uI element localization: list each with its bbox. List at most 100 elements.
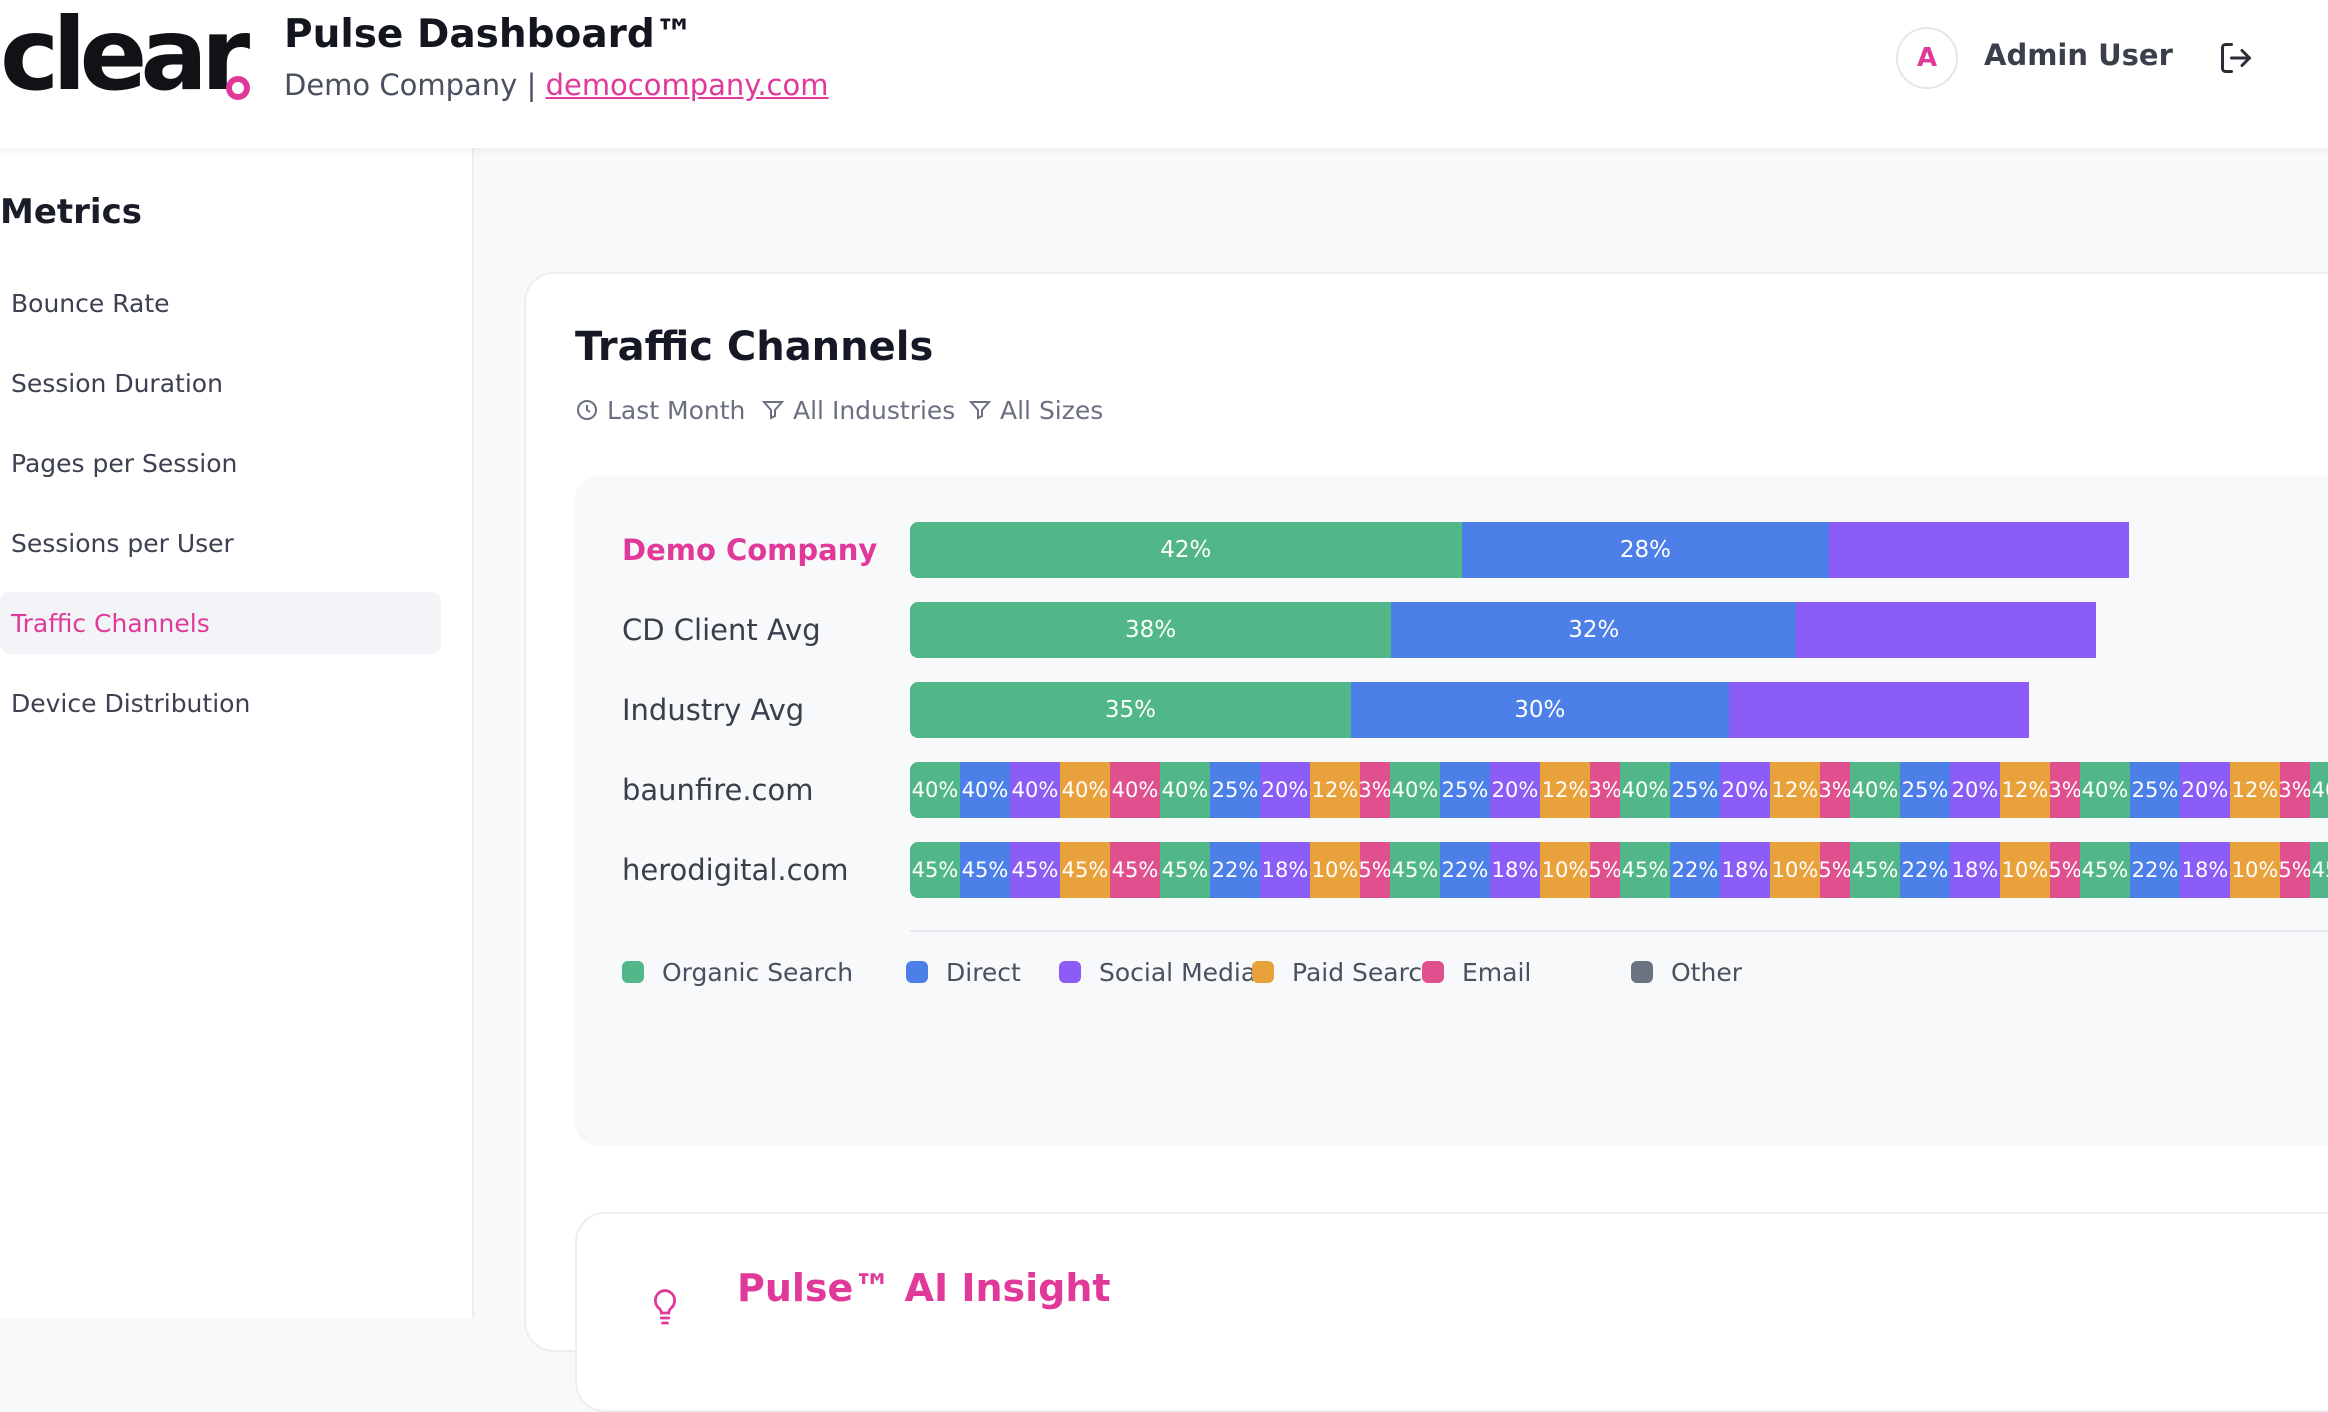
- sidebar-item-traffic-channels[interactable]: Traffic Channels: [0, 592, 441, 654]
- legend-label: Email: [1462, 957, 1532, 987]
- bar-segment[interactable]: 10%: [1540, 842, 1590, 898]
- legend-item[interactable]: Organic Search: [622, 954, 853, 990]
- bar-segment[interactable]: 18%: [1490, 842, 1540, 898]
- avatar[interactable]: A: [1896, 27, 1958, 89]
- bar-segment[interactable]: 45%: [2080, 842, 2130, 898]
- bar-segment[interactable]: [1796, 602, 2097, 658]
- legend-item[interactable]: Paid Search: [1252, 954, 1438, 990]
- bar-segment[interactable]: 12%: [1770, 762, 1820, 818]
- bar-segment[interactable]: 25%: [1440, 762, 1490, 818]
- bar-segment[interactable]: 25%: [1900, 762, 1950, 818]
- bar-segment[interactable]: 12%: [1310, 762, 1360, 818]
- bar-segment[interactable]: 30%: [1350, 682, 1729, 738]
- bar-segment[interactable]: 45%: [1010, 842, 1060, 898]
- bar-segment[interactable]: 20%: [1490, 762, 1540, 818]
- bar-segment[interactable]: 42%: [910, 522, 1462, 578]
- bar-segment[interactable]: 35%: [910, 682, 1351, 738]
- bar-segment[interactable]: 5%: [1360, 842, 1390, 898]
- bar-segment[interactable]: 18%: [1950, 842, 2000, 898]
- bar-segment[interactable]: 28%: [1461, 522, 1830, 578]
- bar-segment[interactable]: 3%: [2050, 762, 2080, 818]
- bar-segment[interactable]: 22%: [1670, 842, 1720, 898]
- bar-segment[interactable]: 25%: [1210, 762, 1260, 818]
- row-label: CD Client Avg: [622, 613, 821, 647]
- legend-item[interactable]: Direct: [906, 954, 1021, 990]
- bar-segment[interactable]: 38%: [910, 602, 1392, 658]
- bar-segment[interactable]: 40%: [1160, 762, 1210, 818]
- bar-segment[interactable]: 45%: [960, 842, 1010, 898]
- bar-segment[interactable]: 32%: [1391, 602, 1797, 658]
- legend-item[interactable]: Email: [1422, 954, 1531, 990]
- bar-segment[interactable]: 10%: [1310, 842, 1360, 898]
- bar-segment[interactable]: 18%: [2180, 842, 2230, 898]
- bar-segment[interactable]: 40%: [1060, 762, 1110, 818]
- lightbulb-icon: [654, 1289, 676, 1325]
- bar-segment[interactable]: 22%: [1210, 842, 1260, 898]
- bar-segment[interactable]: 22%: [1900, 842, 1950, 898]
- bar-segment[interactable]: 45%: [2310, 842, 2328, 898]
- bar-segment[interactable]: 25%: [2130, 762, 2180, 818]
- bar-segment[interactable]: 3%: [1360, 762, 1390, 818]
- bar-segment[interactable]: 45%: [1390, 842, 1440, 898]
- bar-segment[interactable]: 20%: [1720, 762, 1770, 818]
- bar-segment[interactable]: 40%: [2310, 762, 2328, 818]
- bar-segment[interactable]: 20%: [1260, 762, 1310, 818]
- bar-segment[interactable]: 5%: [1590, 842, 1620, 898]
- bar-segment[interactable]: 12%: [2000, 762, 2050, 818]
- sidebar-item-bounce-rate[interactable]: Bounce Rate: [0, 272, 441, 334]
- sidebar-item-device-distribution[interactable]: Device Distribution: [0, 672, 441, 734]
- sidebar-item-label: Bounce Rate: [11, 288, 170, 318]
- logout-icon[interactable]: [2218, 40, 2254, 76]
- filter-industries[interactable]: All Industries: [761, 393, 955, 427]
- bar-segment[interactable]: 45%: [1850, 842, 1900, 898]
- bar-segment[interactable]: 3%: [2280, 762, 2310, 818]
- legend-item[interactable]: Social Media: [1059, 954, 1256, 990]
- bar-segment[interactable]: 12%: [1540, 762, 1590, 818]
- sidebar-item-pages-per-session[interactable]: Pages per Session: [0, 432, 441, 494]
- legend-item[interactable]: Other: [1631, 954, 1742, 990]
- bar-segment[interactable]: 45%: [1110, 842, 1160, 898]
- clear-logo[interactable]: clear: [0, 0, 250, 110]
- legend-swatch: [1059, 961, 1081, 983]
- bar-segment[interactable]: 20%: [1950, 762, 2000, 818]
- sidebar-item-sessions-per-user[interactable]: Sessions per User: [0, 512, 441, 574]
- filter-period[interactable]: Last Month: [575, 393, 745, 427]
- bar-segment[interactable]: 5%: [2050, 842, 2080, 898]
- bar-segment[interactable]: 40%: [1110, 762, 1160, 818]
- bar-segment[interactable]: 40%: [1620, 762, 1670, 818]
- bar-segment[interactable]: 18%: [1720, 842, 1770, 898]
- bar-segment[interactable]: 40%: [1850, 762, 1900, 818]
- bar-segment[interactable]: [1829, 522, 2130, 578]
- company-link[interactable]: democompany.com: [546, 68, 829, 102]
- bar-segment[interactable]: 5%: [2280, 842, 2310, 898]
- bar-segment[interactable]: 22%: [1440, 842, 1490, 898]
- bar-segment[interactable]: 10%: [1770, 842, 1820, 898]
- bar-segment[interactable]: 10%: [2000, 842, 2050, 898]
- bar-segment[interactable]: 40%: [960, 762, 1010, 818]
- bar-segment[interactable]: 45%: [910, 842, 960, 898]
- page-title: Traffic Channels: [575, 324, 934, 370]
- bar-segment[interactable]: 20%: [2180, 762, 2230, 818]
- bar-segment[interactable]: [1728, 682, 2029, 738]
- bar-segment[interactable]: 10%: [2230, 842, 2280, 898]
- bar-segment[interactable]: 40%: [2080, 762, 2130, 818]
- legend-swatch: [1422, 961, 1444, 983]
- bar-segment[interactable]: 22%: [2130, 842, 2180, 898]
- bar-segment[interactable]: 25%: [1670, 762, 1720, 818]
- bar-segment[interactable]: 3%: [1820, 762, 1850, 818]
- bar-segment[interactable]: 40%: [910, 762, 960, 818]
- bar-segment[interactable]: 3%: [1590, 762, 1620, 818]
- bar-segment[interactable]: 45%: [1160, 842, 1210, 898]
- user-name[interactable]: Admin User: [1984, 38, 2173, 72]
- filter-sizes[interactable]: All Sizes: [968, 393, 1103, 427]
- bar-segment[interactable]: 40%: [1010, 762, 1060, 818]
- filter-period-label: Last Month: [607, 395, 746, 425]
- ai-insight-title: Pulse™ AI Insight: [737, 1266, 1111, 1310]
- bar-segment[interactable]: 45%: [1620, 842, 1670, 898]
- bar-segment[interactable]: 45%: [1060, 842, 1110, 898]
- bar-segment[interactable]: 12%: [2230, 762, 2280, 818]
- bar-segment[interactable]: 40%: [1390, 762, 1440, 818]
- sidebar-item-session-duration[interactable]: Session Duration: [0, 352, 441, 414]
- bar-segment[interactable]: 5%: [1820, 842, 1850, 898]
- bar-segment[interactable]: 18%: [1260, 842, 1310, 898]
